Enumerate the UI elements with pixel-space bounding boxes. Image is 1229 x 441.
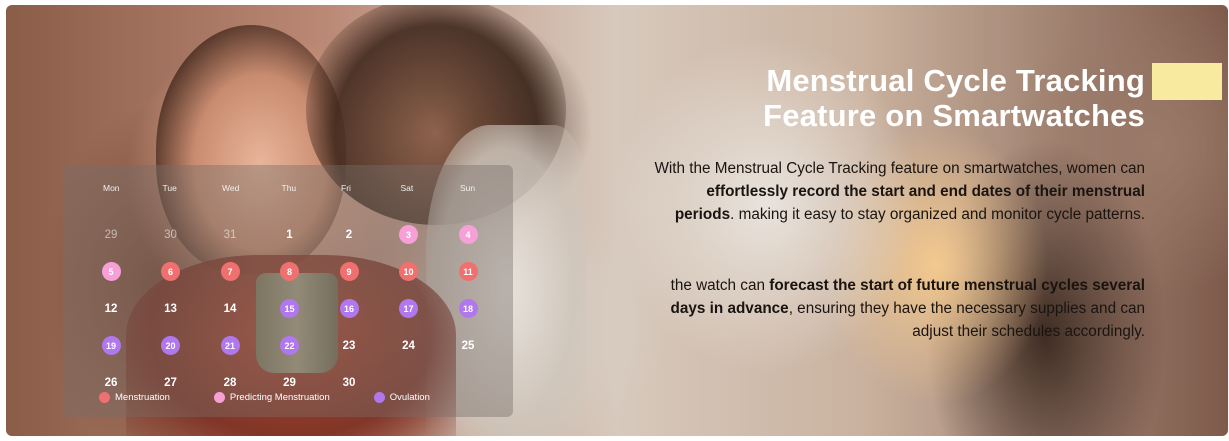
weekday-label: Mon [103, 183, 120, 193]
calendar-day[interactable]: 6 [151, 253, 191, 290]
calendar-day[interactable]: 13 [151, 290, 191, 327]
day-marker-ovulation: 19 [101, 336, 121, 355]
calendar-day[interactable]: 5 [91, 253, 131, 290]
calendar-day[interactable]: 17 [389, 290, 429, 327]
calendar-day[interactable]: 1 [270, 216, 310, 253]
calendar-day[interactable]: 23 [329, 327, 369, 364]
day-number: 30 [164, 228, 177, 241]
title-line-1: Menstrual Cycle Tracking [766, 63, 1145, 98]
calendar-grid: Mon Tue Wed Thu Fri Sat Sun 29 30 31 1 2 3 4 5 6 7 8 9 10 11… [91, 179, 508, 401]
day-marker-menstruation: 8 [280, 262, 299, 281]
legend-dot-icon [373, 392, 385, 403]
calendar-day[interactable]: 14 [210, 290, 250, 327]
legend-item: Menstruation [99, 392, 170, 403]
day-marker-menstruation: 9 [339, 262, 359, 281]
description-paragraph-1: With the Menstrual Cycle Tracking featur… [645, 157, 1145, 226]
calendar-day[interactable]: 3 [389, 216, 429, 253]
day-marker-ovulation: 18 [458, 299, 478, 318]
day-number: 13 [164, 302, 177, 315]
calendar-legend: Menstruation Predicting Menstruation Ovula… [99, 392, 474, 403]
day-marker-menstruation: 10 [399, 262, 418, 281]
calendar-day[interactable]: 7 [210, 253, 250, 290]
calendar-day[interactable]: 8 [270, 253, 310, 290]
day-number: 28 [223, 376, 237, 389]
day-number: 14 [223, 302, 237, 315]
page-title: Menstrual Cycle Tracking Feature on Smar… [763, 63, 1145, 133]
day-marker-predicting: 4 [458, 225, 478, 244]
day-marker-predicting: 5 [101, 262, 121, 281]
day-marker-ovulation: 16 [339, 299, 359, 318]
weekday-label: Wed [222, 183, 240, 193]
day-marker-menstruation: 11 [458, 262, 478, 281]
legend-dot-icon [213, 392, 225, 403]
title-line-2: Feature on Smartwatches [763, 98, 1145, 133]
legend-item: Predicting Menstruation [213, 392, 330, 403]
calendar-day[interactable]: 9 [329, 253, 369, 290]
day-marker-ovulation: 20 [161, 336, 180, 355]
weekday-label: Thu [281, 183, 297, 193]
day-number: 12 [104, 302, 118, 315]
day-number: 29 [104, 228, 118, 241]
calendar-day[interactable]: 18 [448, 290, 488, 327]
weekday-label: Sat [400, 183, 414, 193]
day-number: 1 [286, 228, 293, 241]
day-marker-ovulation: 15 [280, 299, 299, 318]
paragraph-1-text-a: With the Menstrual Cycle Tracking featur… [654, 160, 1145, 177]
day-marker-ovulation: 21 [220, 336, 240, 355]
calendar-day[interactable]: 22 [270, 327, 310, 364]
calendar-day[interactable]: 21 [210, 327, 250, 364]
paragraph-2-text-b: , ensuring they have the necessary suppl… [788, 300, 1145, 340]
day-number: 30 [342, 376, 356, 389]
calendar-day[interactable]: 24 [389, 327, 429, 364]
calendar-day[interactable]: 12 [91, 290, 131, 327]
day-number: 2 [345, 228, 353, 241]
legend-label: Menstruation [115, 392, 170, 403]
description-paragraph-2: the watch can forecast the start of futu… [645, 274, 1146, 343]
paragraph-1-text-b: . making it easy to stay organized and m… [730, 206, 1145, 223]
calendar-day[interactable]: 2 [329, 216, 369, 253]
day-marker-ovulation: 17 [399, 299, 418, 318]
day-number: 24 [402, 339, 415, 352]
day-marker-menstruation: 7 [220, 262, 240, 281]
weekday-label: Tue [162, 183, 177, 193]
cycle-calendar: Mon Tue Wed Thu Fri Sat Sun 29 30 31 1 2 3 4 5 6 7 8 9 10 11… [63, 165, 513, 417]
day-number: 31 [223, 228, 237, 241]
day-marker-menstruation: 6 [161, 262, 180, 281]
calendar-day[interactable]: 16 [329, 290, 369, 327]
title-accent-bar [1152, 63, 1222, 100]
day-number: 27 [164, 376, 177, 389]
legend-dot-icon [99, 392, 110, 403]
calendar-day[interactable]: 4 [448, 216, 488, 253]
day-marker-predicting: 3 [399, 225, 418, 244]
legend-label: Ovulation [389, 392, 430, 403]
day-number: 23 [342, 339, 356, 352]
calendar-day[interactable]: 19 [91, 327, 131, 364]
paragraph-2-text-a: the watch can [670, 277, 770, 294]
calendar-day[interactable]: 25 [448, 327, 488, 364]
calendar-day[interactable]: 11 [448, 253, 488, 290]
calendar-day[interactable]: 10 [389, 253, 429, 290]
day-number: 29 [283, 376, 296, 389]
calendar-day[interactable]: 15 [270, 290, 310, 327]
day-marker-ovulation: 22 [280, 336, 299, 355]
day-number: 26 [104, 376, 118, 389]
weekday-label: Fri [341, 183, 351, 193]
weekday-label: Sun [460, 183, 476, 193]
calendar-day[interactable]: 31 [210, 216, 250, 253]
calendar-day[interactable]: 30 [151, 216, 191, 253]
calendar-day[interactable]: 20 [151, 327, 191, 364]
calendar-day[interactable]: 29 [91, 216, 131, 253]
day-number: 25 [461, 339, 475, 352]
legend-item: Ovulation [373, 392, 430, 403]
legend-label: Predicting Menstruation [229, 392, 330, 403]
